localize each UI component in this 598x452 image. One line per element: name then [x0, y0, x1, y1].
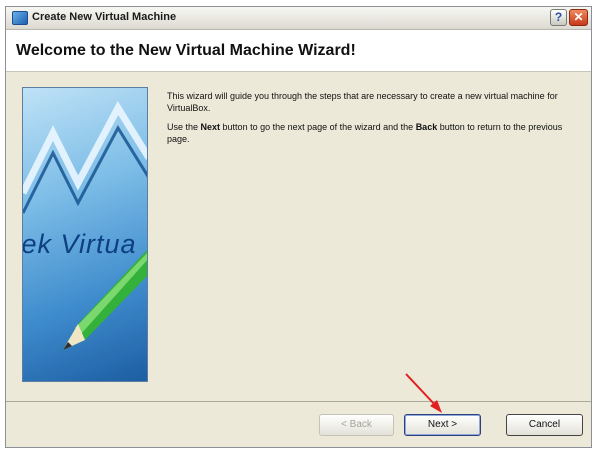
footer-divider	[6, 401, 591, 402]
wizard-content: tek Virtua This wizard will guide you th…	[6, 72, 591, 399]
cancel-button[interactable]: Cancel	[506, 414, 583, 436]
intro-text: This wizard will guide you through the s…	[167, 91, 567, 153]
help-icon[interactable]: ?	[550, 9, 567, 26]
back-emphasis: Back	[415, 122, 438, 132]
close-icon[interactable]: ✕	[569, 9, 588, 26]
intro-text-part: button to go the next page of the wizard…	[220, 122, 416, 132]
red-arrow-icon	[405, 373, 442, 413]
next-emphasis: Next	[200, 122, 221, 132]
title-bar[interactable]: Create New Virtual Machine ? ✕	[6, 7, 591, 30]
wizard-banner-image: tek Virtua	[22, 87, 148, 382]
window-title: Create New Virtual Machine	[32, 11, 177, 23]
page-title: Welcome to the New Virtual Machine Wizar…	[16, 42, 356, 59]
back-button[interactable]: < Back	[319, 414, 394, 436]
wizard-window: Create New Virtual Machine ? ✕ Welcome t…	[5, 6, 592, 448]
intro-paragraph-2: Use the Next button to go the next page …	[167, 122, 567, 145]
banner-text: tek Virtua	[22, 229, 137, 259]
intro-text-part: Use the	[167, 122, 201, 132]
intro-paragraph-1: This wizard will guide you through the s…	[167, 91, 558, 113]
wizard-header: Welcome to the New Virtual Machine Wizar…	[6, 30, 591, 72]
app-icon	[12, 11, 28, 25]
